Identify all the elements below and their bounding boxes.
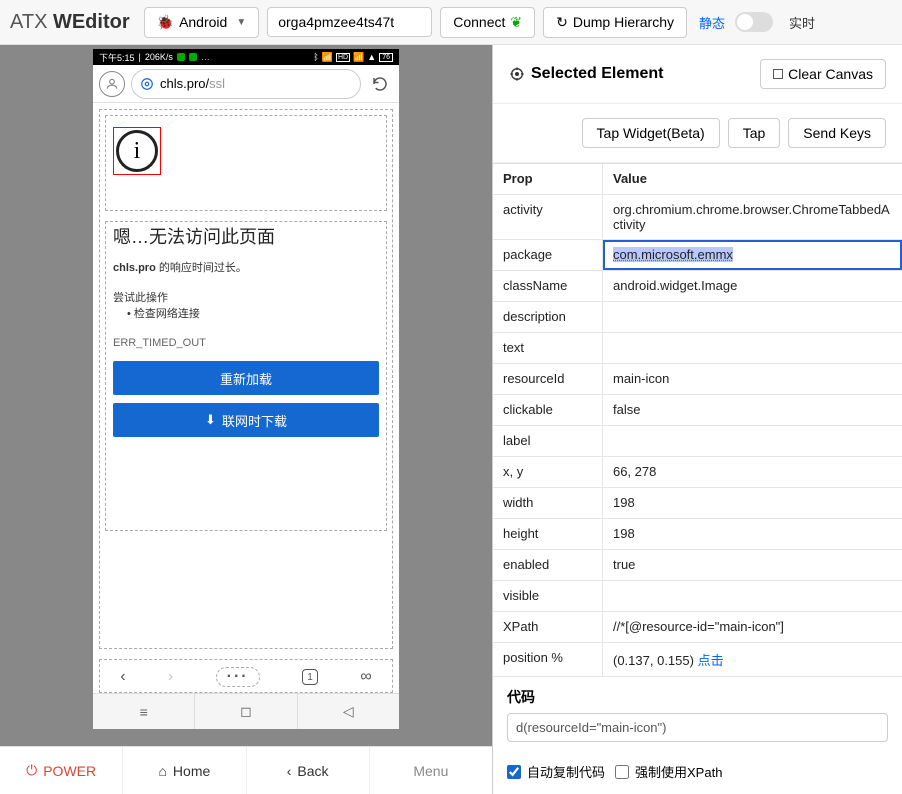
crosshair-icon bbox=[509, 66, 525, 82]
error-suggestion: • 检查网络连接 bbox=[127, 305, 200, 321]
download-offline-button[interactable]: ⬇ 联网时下载 bbox=[113, 403, 379, 437]
panel-title: Selected Element bbox=[509, 65, 664, 83]
tap-position-link[interactable]: 点击 bbox=[698, 653, 724, 668]
refresh-icon: ↻ bbox=[556, 14, 568, 31]
properties-table: Prop Value activityorg.chromium.chrome.b… bbox=[493, 163, 902, 677]
error-try-label: 尝试此操作 bbox=[113, 289, 168, 305]
serial-input[interactable] bbox=[267, 7, 432, 37]
browser-toolbar: chls.pro/ssl bbox=[93, 65, 399, 103]
app-logo: ATX WEditor bbox=[10, 11, 130, 34]
force-xpath-checkbox[interactable] bbox=[615, 765, 629, 779]
force-xpath-label: 强制使用XPath bbox=[635, 762, 722, 781]
browser-bottom-bar: ‹ › ··· 1 ∞ bbox=[99, 663, 393, 691]
table-row: text bbox=[493, 333, 902, 364]
tabs-icon[interactable]: 1 bbox=[302, 669, 318, 685]
android-nav-bar: ≡ ◻ ◁ bbox=[93, 693, 399, 729]
mode-toggle[interactable] bbox=[735, 12, 773, 32]
error-title: 嗯…无法访问此页面 bbox=[113, 223, 275, 249]
code-section-label: 代码 bbox=[507, 687, 888, 707]
code-input[interactable] bbox=[507, 713, 888, 742]
table-row: label bbox=[493, 426, 902, 457]
prop-header-key: Prop bbox=[493, 164, 603, 194]
power-icon: ⏻ bbox=[26, 762, 37, 779]
send-keys-button[interactable]: Send Keys bbox=[788, 118, 886, 148]
table-row: clickablefalse bbox=[493, 395, 902, 426]
table-row: visible bbox=[493, 581, 902, 612]
reload-icon[interactable] bbox=[367, 71, 393, 97]
auto-copy-checkbox[interactable] bbox=[507, 765, 521, 779]
mode-static-label: 静态 bbox=[699, 13, 725, 32]
menu-button[interactable]: Menu bbox=[370, 747, 492, 794]
info-icon: i bbox=[116, 130, 158, 172]
dump-hierarchy-button[interactable]: ↻ Dump Hierarchy bbox=[543, 7, 687, 38]
wifi-icon: ▲ bbox=[367, 52, 376, 62]
table-row: x, y66, 278 bbox=[493, 457, 902, 488]
reload-page-button[interactable]: 重新加载 bbox=[113, 361, 379, 395]
signal-icon: 📶 bbox=[322, 52, 333, 63]
android-icon: 🐞 bbox=[157, 14, 174, 31]
tap-widget-button[interactable]: Tap Widget(Beta) bbox=[582, 118, 720, 148]
power-button[interactable]: ⏻ POWER bbox=[0, 747, 123, 794]
home-button[interactable]: ⌂ Home bbox=[123, 747, 246, 794]
auto-copy-label: 自动复制代码 bbox=[527, 762, 605, 781]
table-row: width198 bbox=[493, 488, 902, 519]
share-icon[interactable]: ∞ bbox=[360, 668, 371, 686]
back-icon[interactable]: ‹ bbox=[120, 668, 125, 686]
table-row: XPath//*[@resource-id="main-icon"] bbox=[493, 612, 902, 643]
table-row: packagecom.microsoft.emmx bbox=[493, 240, 902, 271]
bluetooth-icon: ᛒ bbox=[313, 52, 318, 62]
leaf-icon: ❦ bbox=[510, 14, 522, 31]
error-code: ERR_TIMED_OUT bbox=[113, 337, 206, 349]
table-row: description bbox=[493, 302, 902, 333]
table-row: activityorg.chromium.chrome.browser.Chro… bbox=[493, 195, 902, 240]
signal-icon: 📶 bbox=[353, 52, 364, 63]
table-row: height198 bbox=[493, 519, 902, 550]
device-screen[interactable]: 下午5:15| 206K/s … ᛒ 📶 HD 📶 ▲ 76 bbox=[93, 49, 399, 729]
back-button[interactable]: ‹ Back bbox=[247, 747, 370, 794]
mode-live-label: 实时 bbox=[789, 13, 815, 32]
nav-home-button[interactable]: ◻ bbox=[195, 694, 297, 729]
android-status-bar: 下午5:15| 206K/s … ᛒ 📶 HD 📶 ▲ 76 bbox=[93, 49, 399, 65]
table-row: enabledtrue bbox=[493, 550, 902, 581]
prop-header-value: Value bbox=[603, 164, 902, 194]
table-row: position %(0.137, 0.155) 点击 bbox=[493, 643, 902, 677]
lock-icon bbox=[140, 77, 154, 91]
home-icon: ⌂ bbox=[158, 763, 166, 779]
table-row: resourceIdmain-icon bbox=[493, 364, 902, 395]
connect-button[interactable]: Connect ❦ bbox=[440, 7, 535, 38]
download-icon: ⬇ bbox=[205, 412, 216, 428]
battery-icon: 76 bbox=[379, 53, 393, 62]
clear-canvas-button[interactable]: Clear Canvas bbox=[760, 59, 886, 89]
profile-icon[interactable] bbox=[99, 71, 125, 97]
nav-back-button[interactable]: ◁ bbox=[298, 694, 399, 729]
chevron-down-icon: ▼ bbox=[236, 17, 246, 28]
square-icon bbox=[773, 69, 783, 79]
url-bar[interactable]: chls.pro/ssl bbox=[131, 69, 361, 99]
platform-selector[interactable]: 🐞 Android ▼ bbox=[144, 7, 260, 38]
error-subtitle: chls.pro 的响应时间过长。 bbox=[113, 259, 247, 275]
table-row: classNameandroid.widget.Image bbox=[493, 271, 902, 302]
volte-icon: HD bbox=[336, 53, 350, 62]
chevron-left-icon: ‹ bbox=[287, 763, 292, 779]
tap-button[interactable]: Tap bbox=[728, 118, 781, 148]
nav-recent-button[interactable]: ≡ bbox=[93, 694, 195, 729]
forward-icon[interactable]: › bbox=[168, 668, 173, 686]
selected-element-highlight[interactable]: i bbox=[113, 127, 161, 175]
menu-icon[interactable]: ··· bbox=[216, 667, 260, 687]
